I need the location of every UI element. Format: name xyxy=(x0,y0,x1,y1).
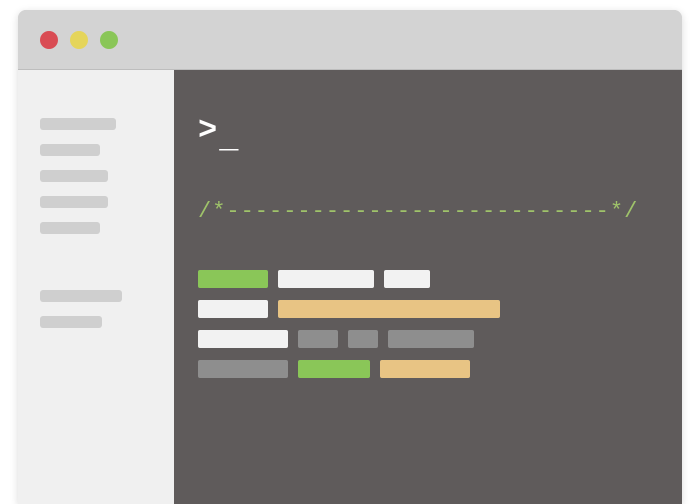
minimize-icon[interactable] xyxy=(70,31,88,49)
code-line xyxy=(198,330,658,348)
code-editor[interactable]: >_ /*---------------------------*/ xyxy=(174,70,682,504)
app-window: >_ /*---------------------------*/ xyxy=(18,10,682,504)
close-icon[interactable] xyxy=(40,31,58,49)
code-comment: /*---------------------------*/ xyxy=(198,199,658,224)
sidebar-item[interactable] xyxy=(40,290,122,302)
code-token xyxy=(278,270,374,288)
sidebar-item[interactable] xyxy=(40,316,102,328)
code-block xyxy=(198,270,658,378)
code-token xyxy=(388,330,474,348)
code-token xyxy=(198,270,268,288)
prompt-symbol: > xyxy=(198,112,219,149)
terminal-prompt: >_ xyxy=(198,112,658,149)
code-token xyxy=(198,360,288,378)
titlebar xyxy=(18,10,682,70)
code-token xyxy=(380,360,470,378)
code-token xyxy=(298,330,338,348)
code-line xyxy=(198,300,658,318)
window-body: >_ /*---------------------------*/ xyxy=(18,70,682,504)
sidebar-item[interactable] xyxy=(40,144,100,156)
zoom-icon[interactable] xyxy=(100,31,118,49)
code-token xyxy=(384,270,430,288)
code-line xyxy=(198,360,658,378)
code-token xyxy=(298,360,370,378)
sidebar xyxy=(18,70,174,504)
sidebar-item[interactable] xyxy=(40,196,108,208)
cursor-icon: _ xyxy=(219,120,240,157)
sidebar-item[interactable] xyxy=(40,222,100,234)
code-token xyxy=(278,300,500,318)
code-token xyxy=(198,300,268,318)
code-line xyxy=(198,270,658,288)
sidebar-item[interactable] xyxy=(40,170,108,182)
sidebar-item[interactable] xyxy=(40,118,116,130)
sidebar-group xyxy=(40,290,152,328)
code-token xyxy=(348,330,378,348)
sidebar-group xyxy=(40,118,152,234)
code-token xyxy=(198,330,288,348)
